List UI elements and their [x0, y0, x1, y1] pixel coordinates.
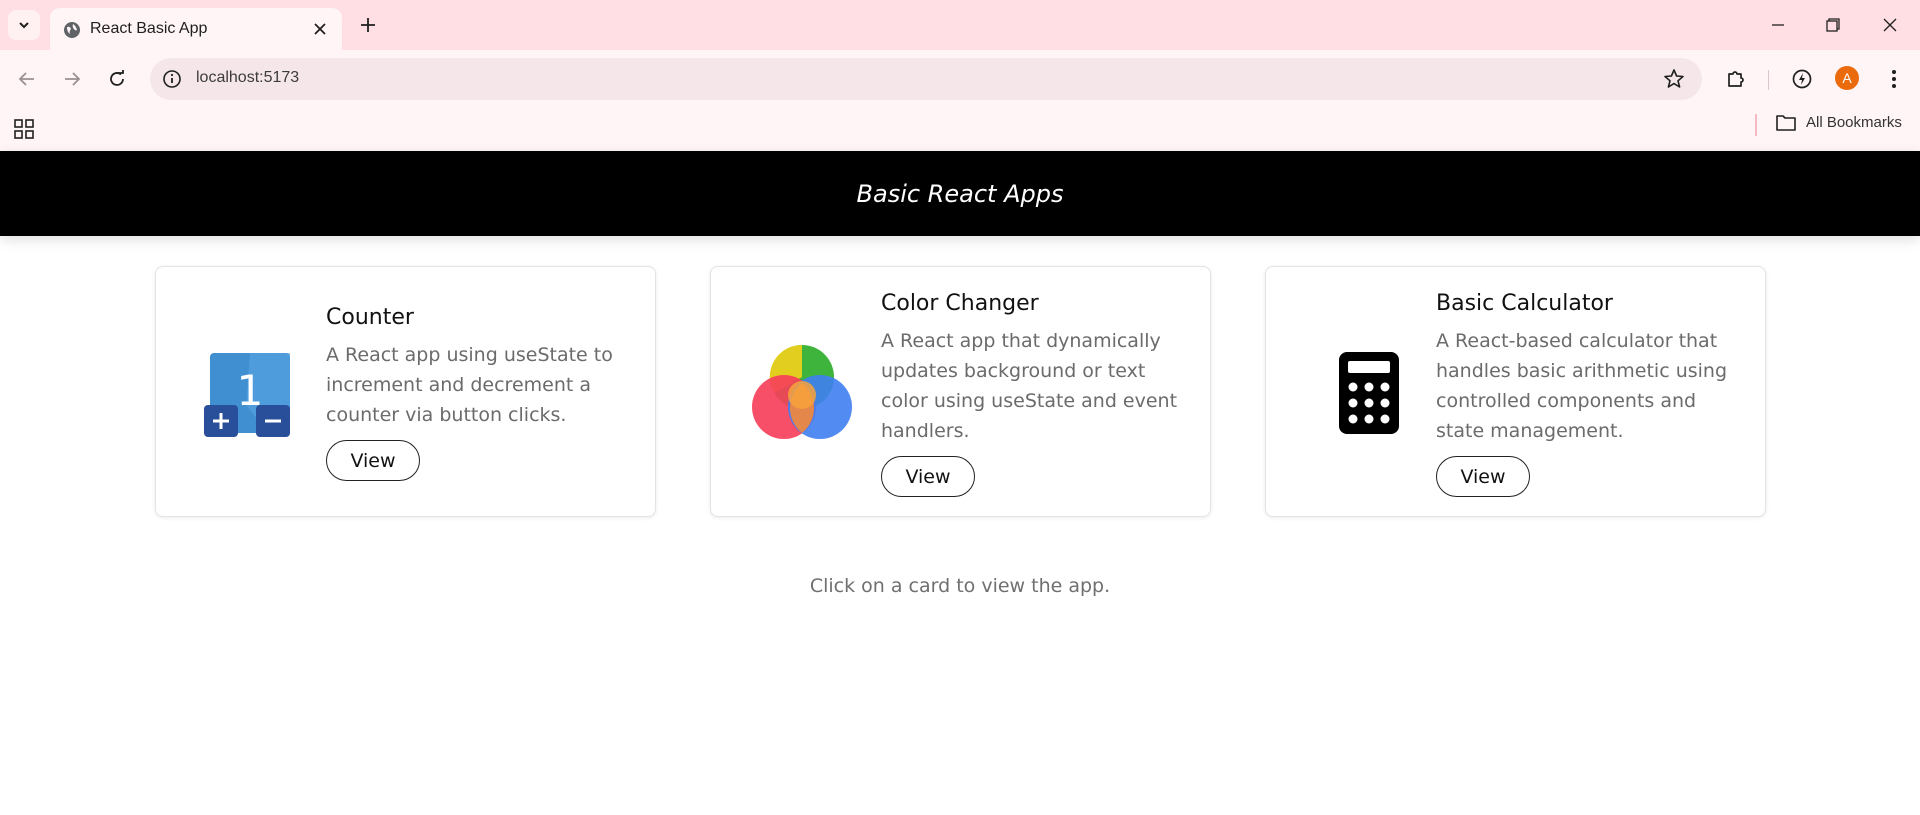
- restore-button[interactable]: [1815, 10, 1851, 40]
- close-window-button[interactable]: [1872, 10, 1908, 40]
- footer-hint: Click on a card to view the app.: [809, 575, 1111, 597]
- close-tab-button[interactable]: [310, 19, 330, 39]
- extensions-button[interactable]: [1720, 63, 1752, 95]
- card-body: Color Changer A React app that dynamical…: [881, 291, 1181, 497]
- minimize-icon: [1772, 24, 1784, 26]
- performance-button[interactable]: [1786, 63, 1818, 95]
- all-bookmarks-label: All Bookmarks: [1806, 114, 1902, 131]
- profile-avatar[interactable]: A: [1835, 66, 1859, 90]
- forward-button[interactable]: [56, 63, 88, 95]
- view-button[interactable]: View: [881, 456, 975, 497]
- plus-icon: [361, 18, 375, 32]
- calculator-icon: [1314, 343, 1424, 443]
- more-vertical-icon: [1892, 70, 1896, 88]
- arrow-left-icon: [18, 72, 34, 86]
- bookmarks-divider: [1755, 114, 1757, 136]
- globe-icon: [64, 22, 80, 38]
- back-button[interactable]: [11, 63, 43, 95]
- reload-icon: [110, 70, 124, 86]
- close-icon: [314, 23, 326, 35]
- card-color-changer[interactable]: Color Changer A React app that dynamical…: [710, 266, 1211, 517]
- color-wheel-icon: [747, 343, 857, 443]
- page-title: Basic React Apps: [856, 179, 1064, 208]
- bookmarks-bar: All Bookmarks: [0, 108, 1920, 151]
- browser-tab[interactable]: React Basic App: [50, 8, 342, 50]
- reload-button[interactable]: [101, 63, 133, 95]
- card-description: A React app using useState to increment …: [326, 344, 613, 426]
- card-basic-calculator[interactable]: Basic Calculator A React-based calculato…: [1265, 266, 1766, 517]
- tab-search-button[interactable]: [8, 10, 40, 40]
- chevron-down-icon: [19, 22, 29, 29]
- puzzle-icon: [1728, 71, 1744, 87]
- folder-icon: [1776, 115, 1796, 131]
- browser-menu-button[interactable]: [1878, 63, 1910, 95]
- page-viewport: Basic React Apps 1 Counter A React app u…: [0, 151, 1920, 815]
- counter-icon: 1: [191, 343, 301, 443]
- card-description: A React-based calculator that handles ba…: [1436, 330, 1728, 442]
- site-info-icon[interactable]: [161, 68, 183, 90]
- card-title: Counter: [326, 305, 414, 330]
- view-button[interactable]: View: [1436, 456, 1530, 497]
- speed-icon: [1792, 69, 1812, 89]
- card-body: Counter A React app using useState to in…: [326, 305, 626, 481]
- view-button[interactable]: View: [326, 440, 420, 481]
- url-text[interactable]: localhost:5173: [196, 69, 299, 87]
- star-icon[interactable]: [1662, 67, 1686, 91]
- close-icon: [1883, 18, 1897, 32]
- page-header: Basic React Apps: [0, 151, 1920, 236]
- card-title: Color Changer: [881, 291, 1039, 316]
- new-tab-button[interactable]: [355, 12, 381, 38]
- toolbar-divider: [1768, 70, 1769, 90]
- tab-strip: React Basic App: [0, 0, 1920, 50]
- card-counter[interactable]: 1 Counter A React app using useState to …: [155, 266, 656, 517]
- minimize-button[interactable]: [1760, 10, 1796, 40]
- card-title: Basic Calculator: [1436, 291, 1613, 316]
- restore-icon: [1826, 18, 1840, 32]
- card-description: A React app that dynamically updates bac…: [881, 330, 1178, 442]
- apps-grid-icon[interactable]: [12, 117, 36, 141]
- browser-toolbar: localhost:5173: [0, 50, 1920, 108]
- card-body: Basic Calculator A React-based calculato…: [1436, 291, 1736, 497]
- arrow-right-icon: [65, 72, 81, 86]
- all-bookmarks-button[interactable]: All Bookmarks: [1776, 114, 1902, 131]
- tab-title: React Basic App: [90, 20, 208, 37]
- address-bar[interactable]: localhost:5173: [150, 58, 1702, 100]
